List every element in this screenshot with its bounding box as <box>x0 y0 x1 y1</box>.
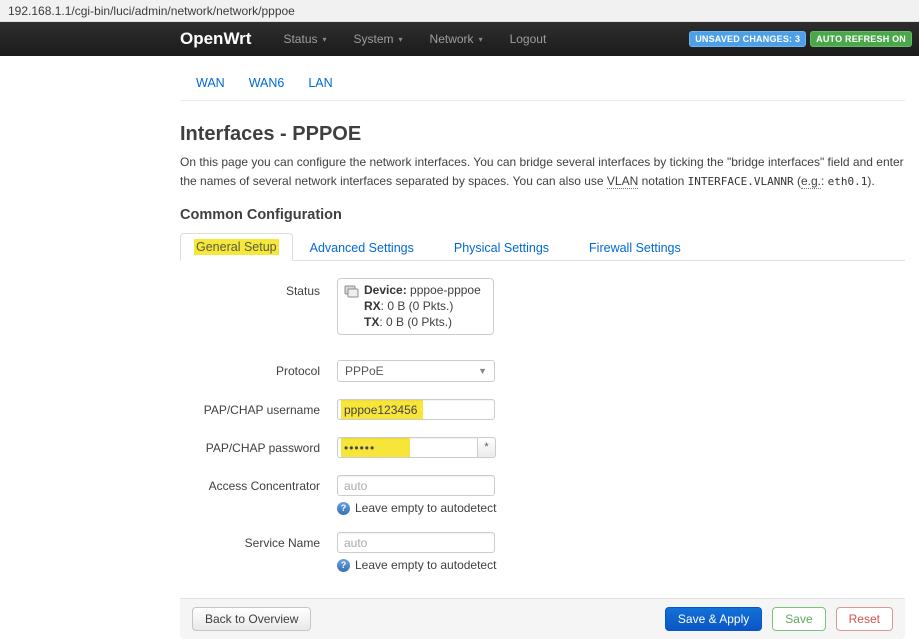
save-apply-button[interactable]: Save & Apply <box>665 607 762 631</box>
password-label: PAP/CHAP password <box>180 437 320 458</box>
auto-refresh-badge[interactable]: AUTO REFRESH ON <box>810 31 912 47</box>
page-title: Interfaces - PPPOE <box>180 123 905 146</box>
nav-menu-system[interactable]: System ▾ <box>354 32 403 46</box>
pap-chap-password-input[interactable] <box>337 437 478 458</box>
status-lines: Device: pppoe-pppoe RX: 0 B (0 Pkts.) TX… <box>364 283 481 330</box>
save-button[interactable]: Save <box>772 607 825 631</box>
protocol-label: Protocol <box>180 360 320 382</box>
service-name-input[interactable] <box>337 532 495 553</box>
reset-button[interactable]: Reset <box>836 607 893 631</box>
unsaved-changes-badge[interactable]: UNSAVED CHANGES: 3 <box>689 31 806 47</box>
browser-url-bar[interactable]: 192.168.1.1/cgi-bin/luci/admin/network/n… <box>0 0 919 22</box>
service-name-hint: ? Leave empty to autodetect <box>337 558 496 572</box>
status-label: Status <box>180 278 320 335</box>
password-reveal-button[interactable]: * <box>478 437 496 458</box>
help-icon: ? <box>337 502 350 515</box>
caret-down-icon: ▾ <box>479 35 483 44</box>
protocol-select[interactable]: PPPoE ▼ <box>337 360 495 382</box>
eth-code: eth0.1 <box>828 175 868 188</box>
username-label: PAP/CHAP username <box>180 399 320 420</box>
pap-chap-username-input[interactable] <box>337 399 495 420</box>
tab-physical-settings[interactable]: Physical Settings <box>441 235 562 261</box>
tab-firewall-settings[interactable]: Firewall Settings <box>576 235 694 261</box>
service-name-label: Service Name <box>180 532 320 572</box>
ethernet-device-icon <box>344 285 359 330</box>
vlan-abbr: VLAN <box>607 174 638 189</box>
password-row: PAP/CHAP password * <box>180 437 905 458</box>
form-actions-bar: Back to Overview Save & Apply Save Reset <box>180 598 905 639</box>
eg-abbr: e.g. <box>801 174 821 189</box>
navbar-badges: UNSAVED CHANGES: 3 AUTO REFRESH ON <box>689 31 912 47</box>
tab-advanced-settings[interactable]: Advanced Settings <box>297 235 427 261</box>
nav-menu-status[interactable]: Status ▾ <box>283 32 326 46</box>
page-url: 192.168.1.1/cgi-bin/luci/admin/network/n… <box>8 4 295 18</box>
subnav-tab-wan[interactable]: WAN <box>196 76 225 90</box>
top-navbar: OpenWrt Status ▾ System ▾ Network ▾ Logo… <box>0 22 919 56</box>
service-name-row: Service Name ? Leave empty to autodetect <box>180 532 905 572</box>
access-concentrator-label: Access Concentrator <box>180 475 320 515</box>
access-concentrator-row: Access Concentrator ? Leave empty to aut… <box>180 475 905 515</box>
back-to-overview-button[interactable]: Back to Overview <box>192 607 311 631</box>
main-container: WAN WAN6 LAN Interfaces - PPPOE On this … <box>180 56 905 639</box>
subnav-tab-wan6[interactable]: WAN6 <box>249 76 285 90</box>
password-field-group: * <box>337 437 496 458</box>
section-heading: Common Configuration <box>180 207 905 223</box>
subnav-tab-lan[interactable]: LAN <box>308 76 332 90</box>
page-description: On this page you can configure the netwo… <box>180 153 905 191</box>
caret-down-icon: ▾ <box>323 35 327 44</box>
select-caret-icon: ▼ <box>478 366 487 376</box>
general-setup-form: Status Device: pppoe-pppoe RX: 0 B (0 Pk… <box>180 261 905 572</box>
nav-menu-logout[interactable]: Logout <box>510 32 547 46</box>
config-tabbar: General Setup Advanced Settings Physical… <box>180 233 905 261</box>
openwrt-brand: OpenWrt <box>180 29 251 49</box>
access-concentrator-input[interactable] <box>337 475 495 496</box>
nav-menu-network[interactable]: Network ▾ <box>430 32 483 46</box>
protocol-row: Protocol PPPoE ▼ <box>180 360 905 382</box>
vlannr-code: INTERFACE.VLANNR <box>688 175 794 188</box>
access-concentrator-hint: ? Leave empty to autodetect <box>337 501 496 515</box>
caret-down-icon: ▾ <box>399 35 403 44</box>
interface-subnav: WAN WAN6 LAN <box>180 56 905 101</box>
status-box: Device: pppoe-pppoe RX: 0 B (0 Pkts.) TX… <box>337 278 494 335</box>
username-row: PAP/CHAP username <box>180 399 905 420</box>
tab-general-setup[interactable]: General Setup <box>180 233 293 261</box>
help-icon: ? <box>337 559 350 572</box>
status-row: Status Device: pppoe-pppoe RX: 0 B (0 Pk… <box>180 278 905 335</box>
